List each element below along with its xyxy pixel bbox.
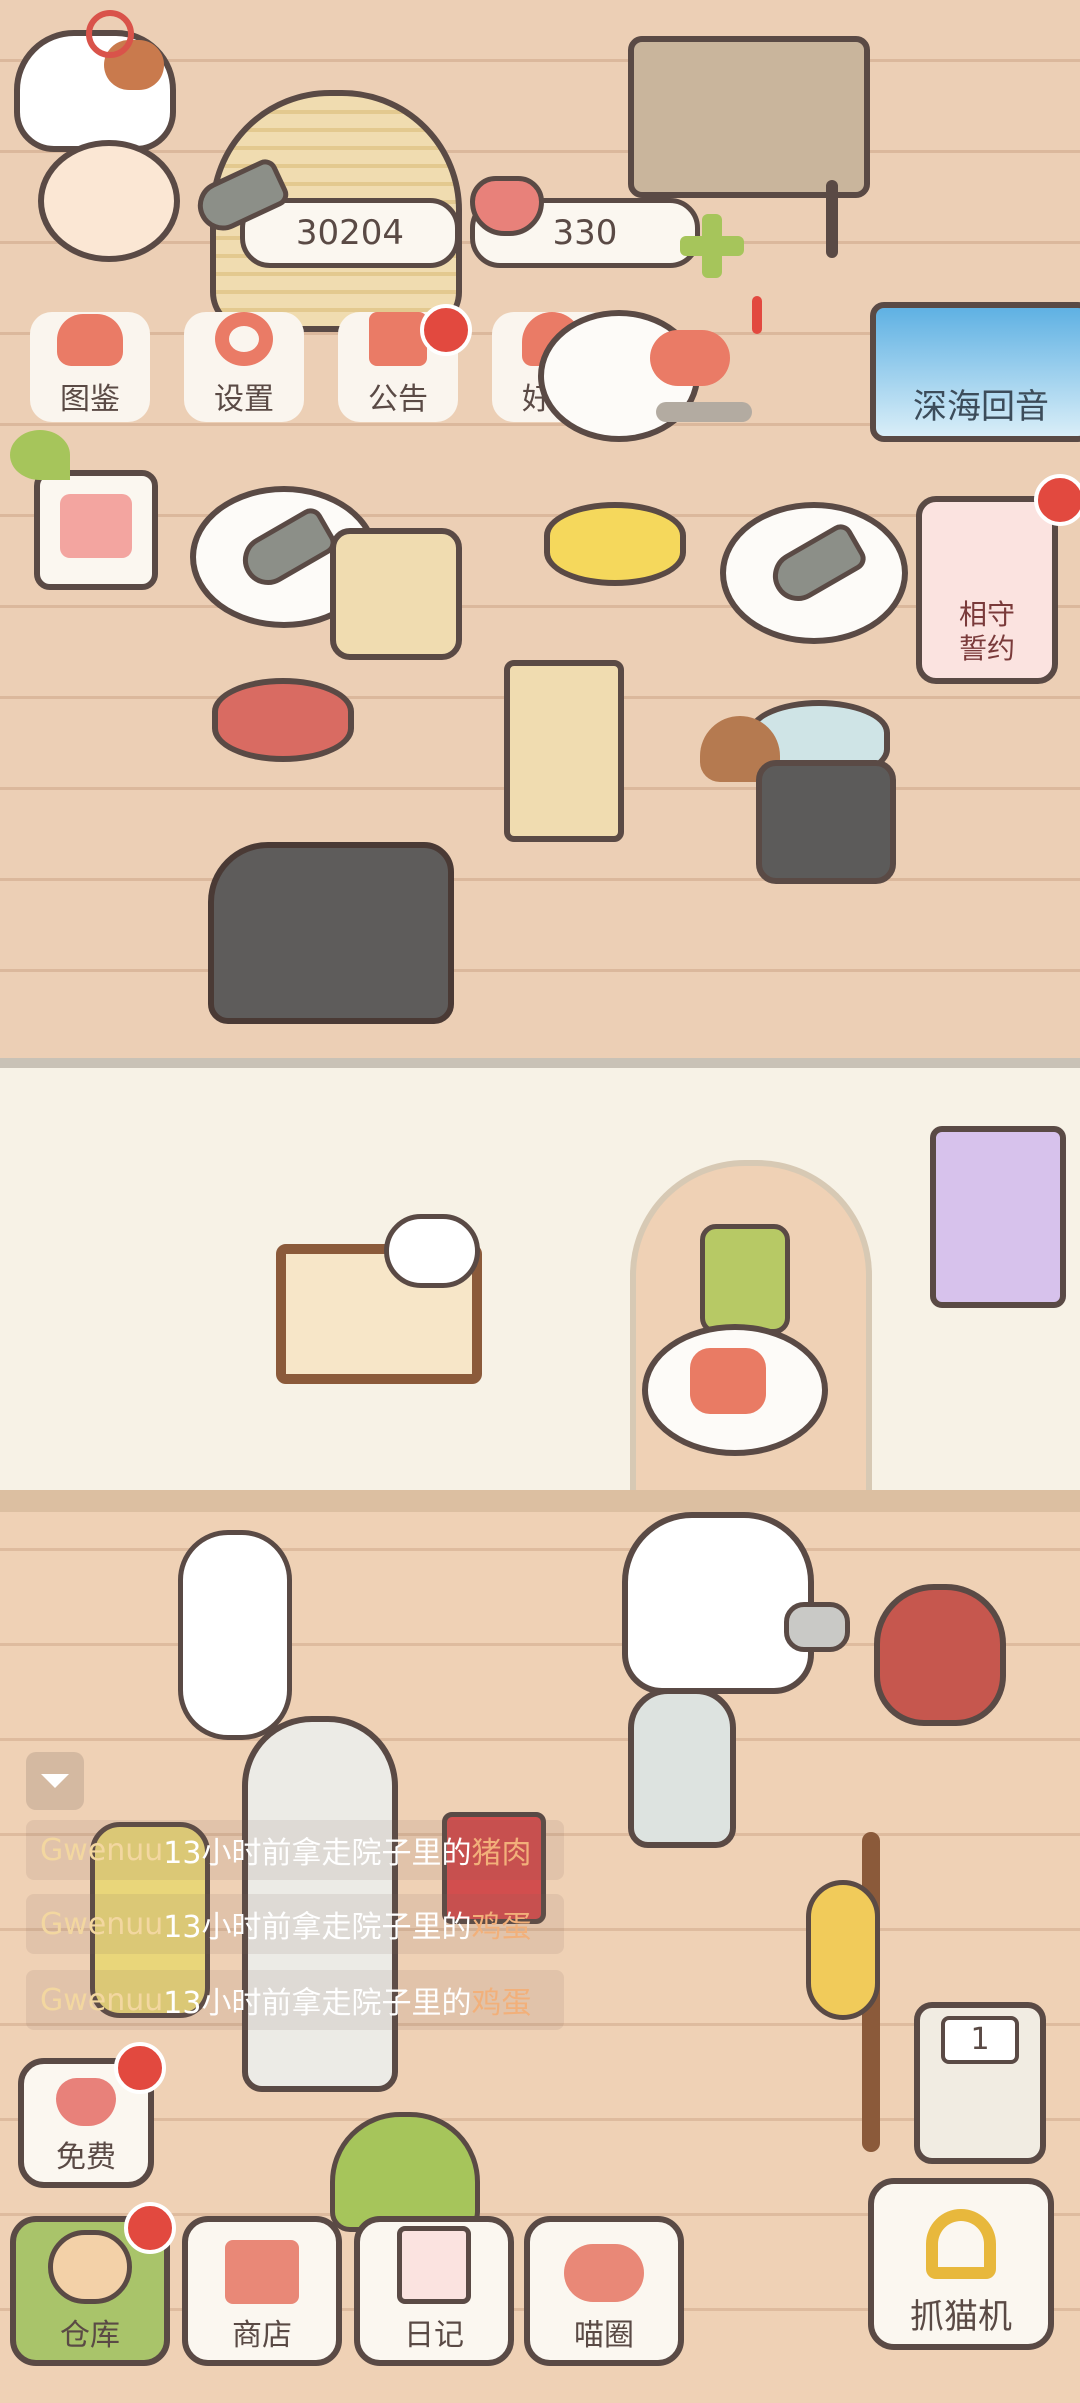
claw-icon xyxy=(926,2209,996,2279)
daruma-doll[interactable] xyxy=(874,1584,1006,1726)
onigiri-steamer[interactable] xyxy=(330,528,462,660)
scratching-post[interactable] xyxy=(504,660,624,842)
log-item: 鸡蛋 xyxy=(471,1986,532,2021)
free-heart-label: 免费 xyxy=(56,2140,116,2175)
claw-counter-machine[interactable]: 1 xyxy=(914,2002,1046,2164)
nav-cat-circle-button[interactable]: 喵圈 xyxy=(524,2216,684,2366)
cat-planet-icon xyxy=(564,2244,644,2302)
menu-collection-label: 图鉴 xyxy=(60,382,120,417)
log-collapse-button[interactable] xyxy=(26,1752,84,1810)
log-text: 13小时前拿走院子里的 xyxy=(163,1910,472,1945)
room-divider xyxy=(0,1058,1080,1068)
heart-currency-value: 330 xyxy=(552,213,618,253)
nav-storage-label: 仓库 xyxy=(60,2318,120,2353)
free-heart-badge xyxy=(114,2042,166,2094)
nav-diary-label: 日记 xyxy=(404,2318,464,2353)
menu-announcement-label: 公告 xyxy=(368,382,428,417)
fish-currency-value: 30204 xyxy=(295,213,405,253)
nav-cat-circle-label: 喵圈 xyxy=(574,2318,634,2353)
activity-log-entry: Gwenuu 13小时前拿走院子里的 猪肉 xyxy=(26,1820,564,1880)
promise-event-badge xyxy=(1034,474,1080,526)
heart-request-icon xyxy=(650,330,730,386)
calendar-icon xyxy=(60,494,132,558)
player-face xyxy=(38,140,180,262)
log-item: 猪肉 xyxy=(471,1836,532,1871)
plant-sprout-icon xyxy=(10,430,70,480)
menu-settings-button[interactable]: 设置 xyxy=(184,312,304,422)
player-avatar[interactable] xyxy=(14,10,194,262)
menu-settings-label: 设置 xyxy=(214,382,274,417)
lower-room-wall xyxy=(0,1068,1080,1508)
promise-event-button[interactable]: 相守 誓约 xyxy=(916,496,1058,684)
log-text: 13小时前拿走院子里的 xyxy=(163,1986,472,2021)
nav-shop-label: 商店 xyxy=(232,2318,292,2353)
log-username: Gwenuu xyxy=(40,1982,164,2018)
menu-collection-button[interactable]: 图鉴 xyxy=(30,312,150,422)
claw-count: 1 xyxy=(941,2016,1019,2064)
hanging-doll[interactable] xyxy=(700,1224,790,1334)
panda-plush[interactable] xyxy=(384,1214,480,1288)
announcement-badge xyxy=(420,304,472,356)
log-username: Gwenuu xyxy=(40,1906,164,1942)
white-tabby-cat[interactable] xyxy=(622,1512,814,1694)
log-username: Gwenuu xyxy=(40,1832,164,1868)
plus-icon-bar xyxy=(680,236,744,256)
yellow-food-bowl[interactable] xyxy=(544,502,686,586)
log-item: 鸡蛋 xyxy=(471,1910,532,1945)
grand-piano[interactable] xyxy=(208,842,454,1024)
activity-log-entry: Gwenuu 13小时前拿走院子里的 鸡蛋 xyxy=(26,1894,564,1954)
chevron-down-icon xyxy=(41,1774,69,1788)
add-hearts-button[interactable] xyxy=(680,214,744,278)
deep-sea-event-banner[interactable]: 深海回音 xyxy=(870,302,1080,442)
fork-spoon-icon xyxy=(690,1348,766,1414)
nav-diary-button[interactable]: 日记 xyxy=(354,2216,514,2366)
onigiri-plate[interactable] xyxy=(756,760,896,884)
promise-event-label: 相守 誓约 xyxy=(958,598,1015,665)
claw-machine-button[interactable]: 抓猫机 xyxy=(868,2178,1054,2350)
potted-plant[interactable] xyxy=(330,2112,480,2232)
activity-log-entry: Gwenuu 13小时前拿走院子里的 鸡蛋 xyxy=(26,1970,564,2030)
cat-book-icon xyxy=(57,314,123,366)
shop-icon xyxy=(225,2240,299,2304)
wall-baseboard xyxy=(0,1490,1080,1512)
chalkboard-decoration[interactable] xyxy=(628,36,870,198)
storage-icon xyxy=(48,2230,132,2304)
storage-badge xyxy=(124,2202,176,2254)
camping-lantern[interactable] xyxy=(628,1688,736,1848)
diary-icon xyxy=(397,2226,471,2304)
calendar-button[interactable] xyxy=(34,470,158,590)
progress-bar xyxy=(656,402,752,422)
exclamation-icon xyxy=(752,296,762,334)
cat-tail xyxy=(784,1602,850,1652)
gear-icon xyxy=(215,312,273,366)
claw-machine-label: 抓猫机 xyxy=(910,2297,1012,2337)
chalkboard-leg xyxy=(826,180,838,258)
log-text: 13小时前拿走院子里的 xyxy=(163,1836,472,1871)
deep-sea-event-label: 深海回音 xyxy=(913,387,1049,427)
gift-icon xyxy=(369,312,427,366)
red-food-bowl[interactable] xyxy=(212,678,354,762)
straw-hat[interactable] xyxy=(806,1880,880,2020)
nav-shop-button[interactable]: 商店 xyxy=(182,2216,342,2366)
idol-poster[interactable] xyxy=(930,1126,1066,1308)
bunny-plush[interactable] xyxy=(178,1530,292,1740)
heart-icon xyxy=(56,2078,116,2126)
key-icon xyxy=(86,10,134,58)
